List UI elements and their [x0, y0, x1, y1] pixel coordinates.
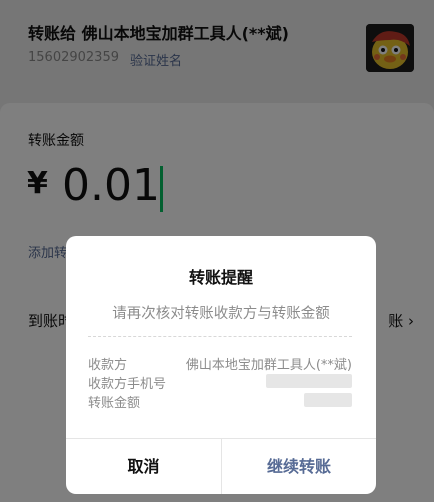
- payee-phone-row: 收款方手机号: [88, 373, 352, 392]
- cancel-button[interactable]: 取消: [66, 439, 221, 494]
- dialog-buttons: 取消 继续转账: [66, 438, 376, 494]
- payee-label: 收款方: [88, 358, 128, 373]
- payee-value: 佛山本地宝加群工具人(**斌): [185, 358, 352, 373]
- amount-row-label: 转账金额: [88, 396, 141, 411]
- payee-phone-value-redacted: [266, 374, 352, 388]
- dialog-divider: [88, 336, 352, 337]
- continue-transfer-button[interactable]: 继续转账: [221, 439, 376, 494]
- amount-row: 转账金额: [88, 392, 352, 411]
- payee-row: 收款方 佛山本地宝加群工具人(**斌): [88, 354, 352, 373]
- transfer-confirm-dialog: 转账提醒 请再次核对转账收款方与转账金额 收款方 佛山本地宝加群工具人(**斌)…: [66, 236, 376, 494]
- payee-phone-label: 收款方手机号: [88, 377, 167, 392]
- dialog-title: 转账提醒: [188, 268, 253, 287]
- dialog-subtitle: 请再次核对转账收款方与转账金额: [112, 306, 330, 322]
- amount-row-value-redacted: [304, 393, 352, 407]
